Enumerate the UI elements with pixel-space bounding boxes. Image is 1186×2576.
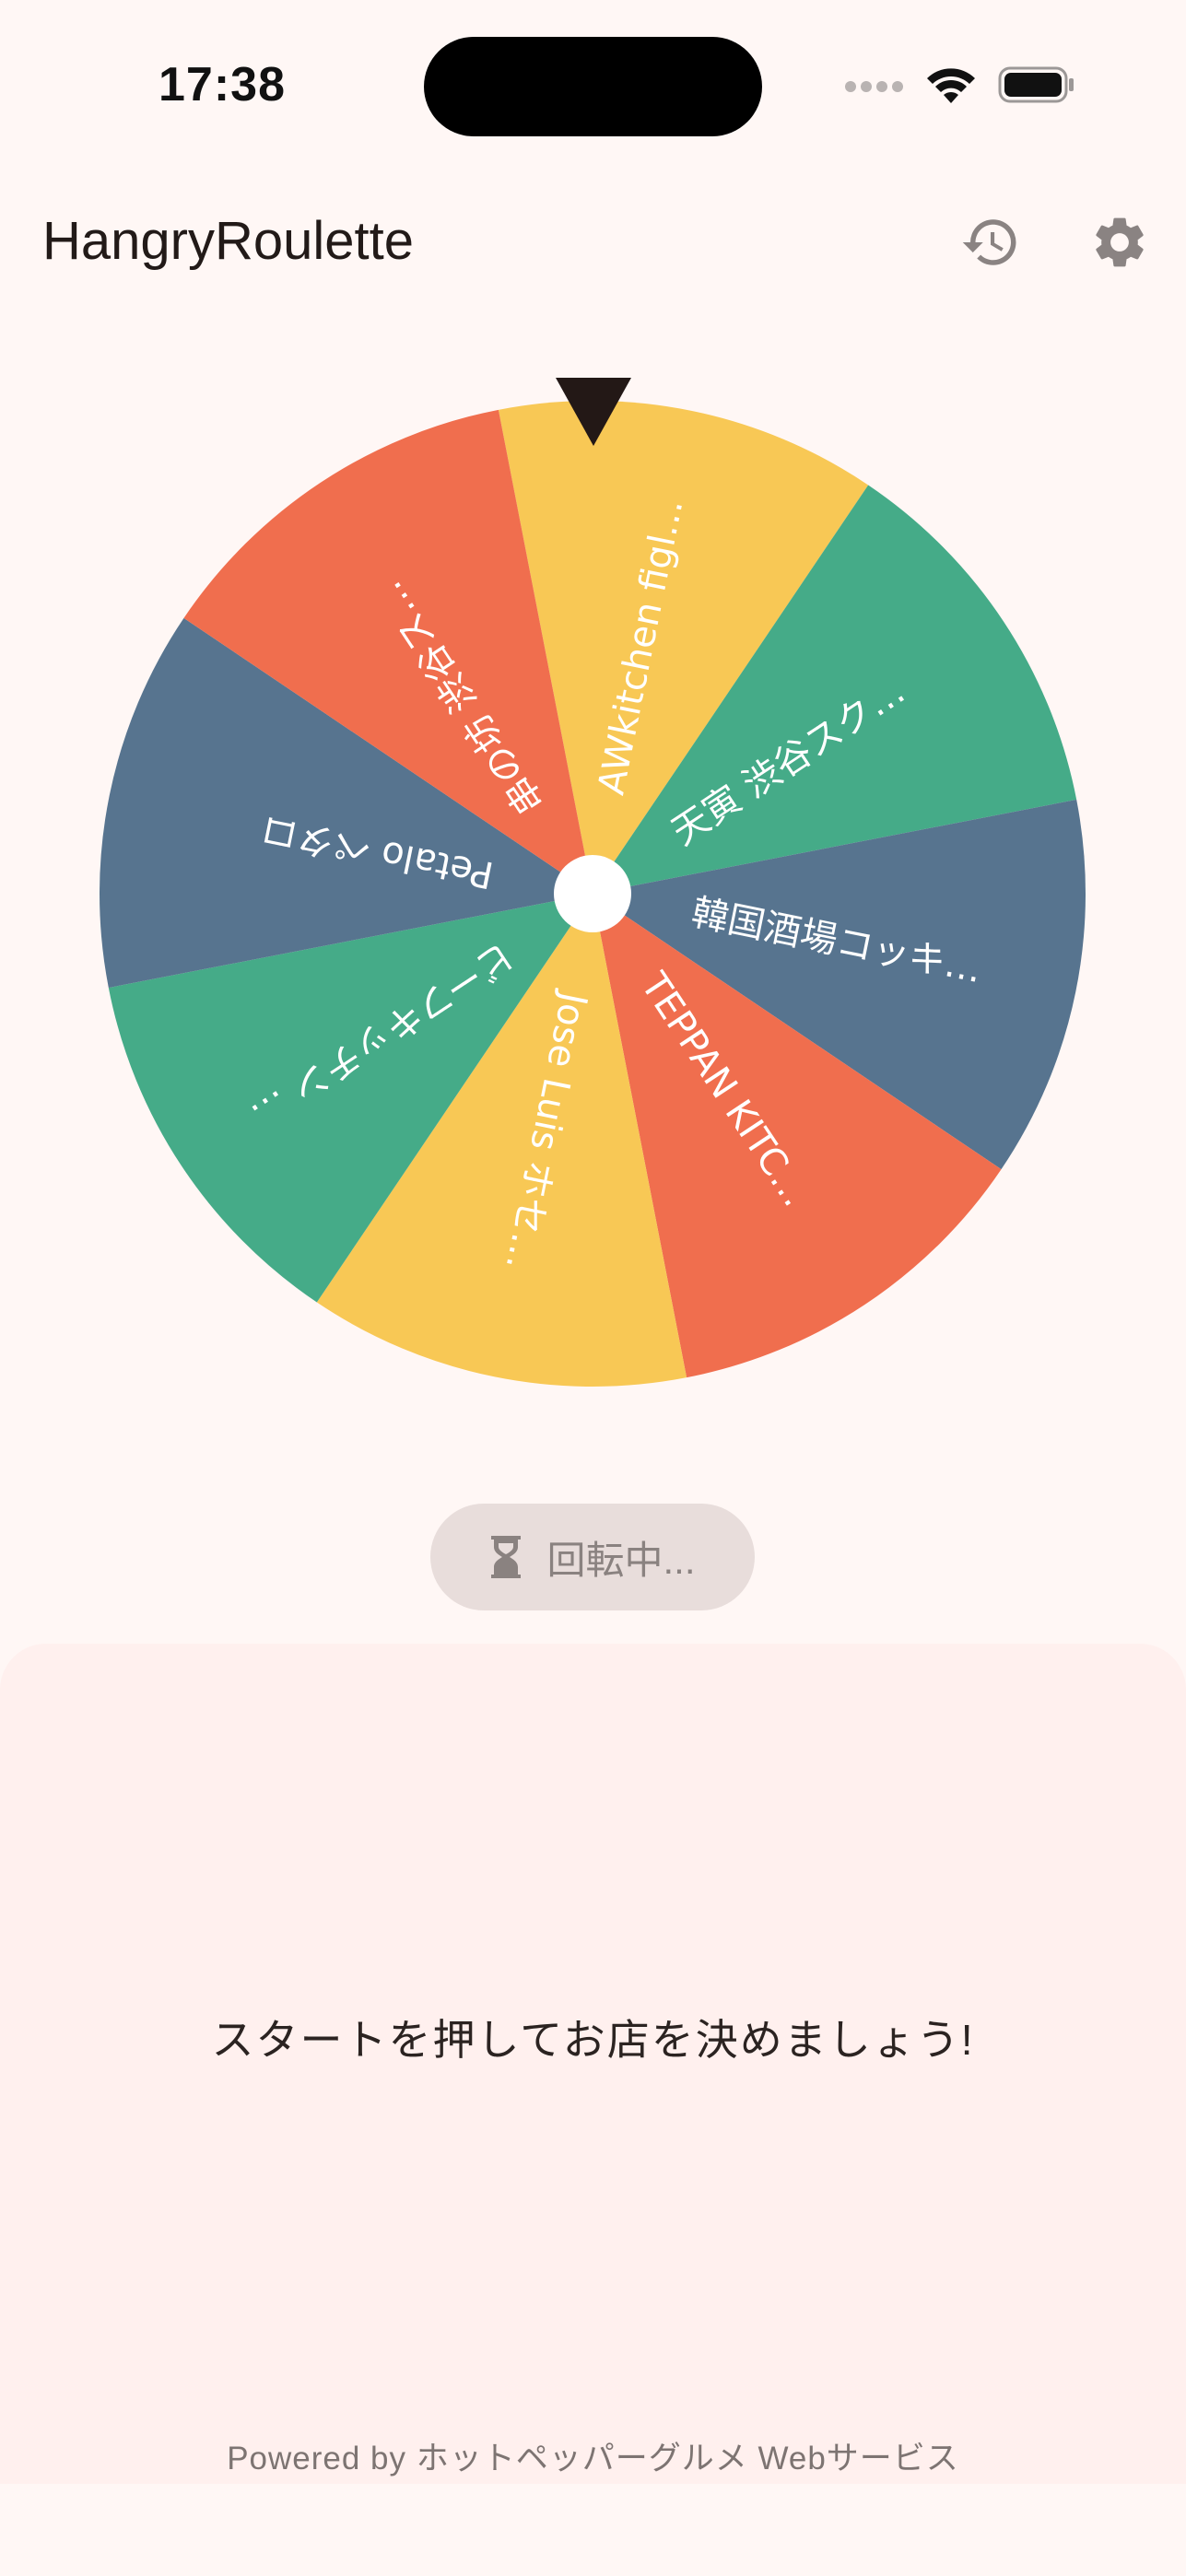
signal-icon (845, 81, 903, 92)
history-button[interactable] (958, 210, 1023, 275)
dynamic-island (424, 37, 762, 136)
spin-button[interactable]: 回転中... (430, 1504, 755, 1610)
wheel-pointer (556, 378, 631, 446)
status-time: 17:38 (159, 58, 286, 111)
spin-button-label: 回転中... (546, 1538, 696, 1582)
history-icon (962, 219, 1016, 265)
battery-icon (998, 66, 1074, 103)
result-message: スタートを押してお店を決めましょう! (211, 2016, 975, 2064)
wifi-icon (927, 68, 975, 103)
app-screen: 17:38 HangryRoulette AWkitchen figl… 天寅 … (0, 0, 1186, 2576)
hourglass-icon (491, 1536, 522, 1578)
status-icons (843, 64, 1075, 105)
wheel-hub (554, 855, 631, 932)
settings-button[interactable] (1087, 210, 1152, 275)
gear-icon (1096, 217, 1144, 267)
footer-credit[interactable]: Powered by ホットペッパーグルメ Webサービス (0, 2432, 1186, 2479)
roulette-wheel[interactable]: AWkitchen figl…天寅 渋谷スク…韓国酒場コッキ…TEPPAN KI… (100, 401, 1086, 1387)
app-title: HangryRoulette (42, 211, 414, 271)
